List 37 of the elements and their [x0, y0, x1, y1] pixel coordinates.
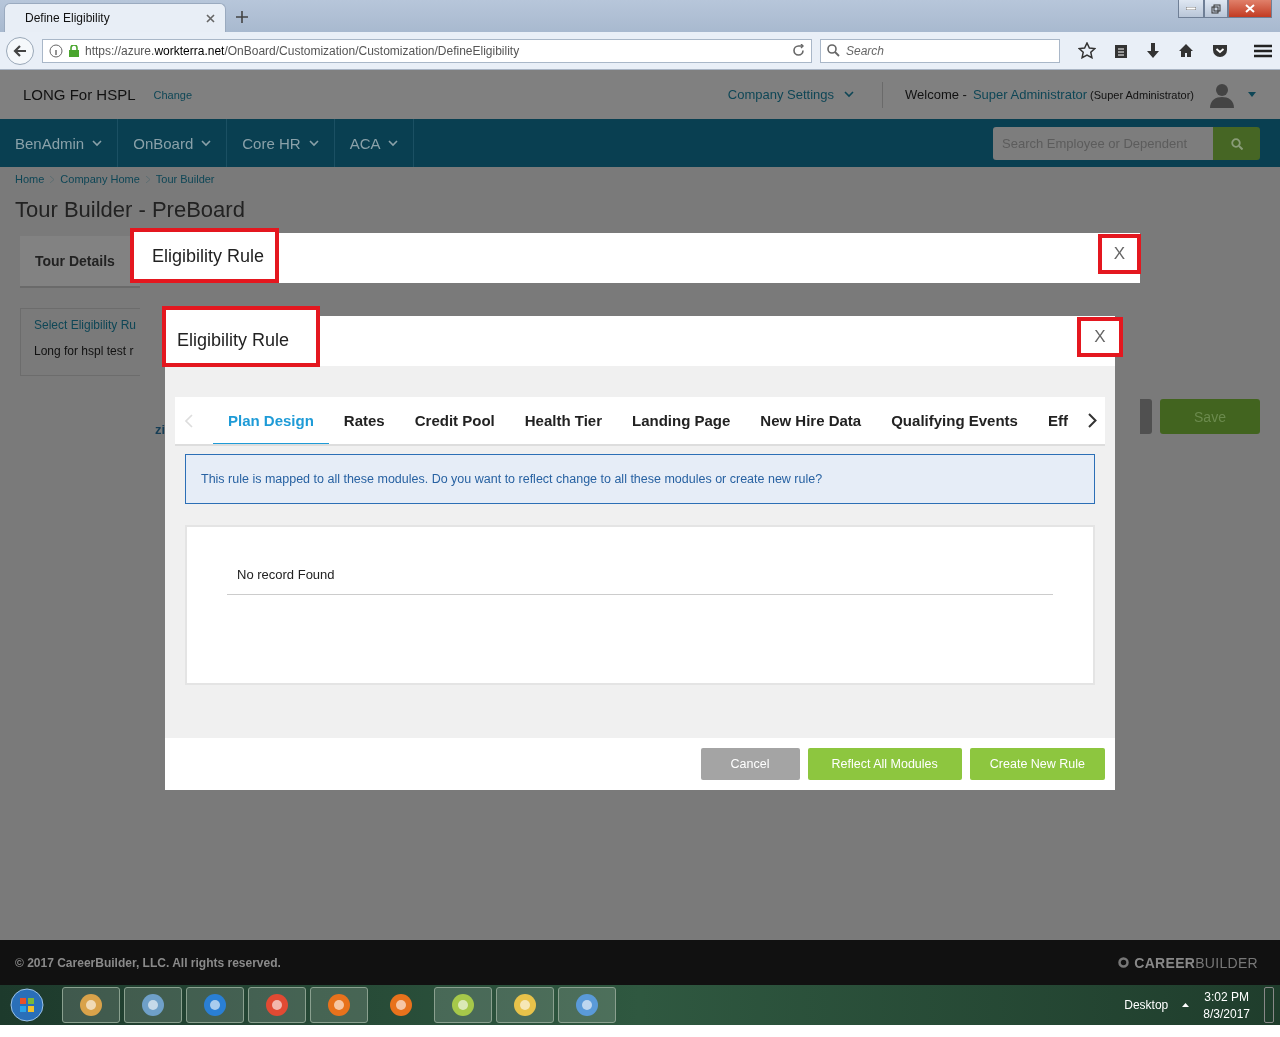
- tour-details-tab[interactable]: Tour Details: [20, 236, 140, 288]
- welcome-label: Welcome -: [905, 87, 967, 102]
- breadcrumb-link[interactable]: Home: [15, 173, 45, 185]
- search-field[interactable]: Search: [820, 38, 1060, 63]
- close-button[interactable]: X: [1098, 234, 1141, 274]
- copyright-text: © 2017 CareerBuilder, LLC. All rights reserved.: [15, 955, 281, 970]
- dialog-button[interactable]: Cancel: [700, 748, 800, 780]
- dialog-tab[interactable]: Plan Design: [213, 397, 329, 444]
- dialog-title: Eligibility Rule: [162, 306, 321, 367]
- browser-tab[interactable]: Define Eligibility: [4, 3, 226, 32]
- rule-name: Long for hspl test r: [34, 344, 135, 358]
- dialog-tab[interactable]: Qualifying Events: [876, 397, 1033, 444]
- dialog-tab[interactable]: Rates: [328, 397, 400, 444]
- breadcrumb-link[interactable]: Tour Builder: [155, 173, 215, 185]
- desktop-toolbar[interactable]: Desktop: [1124, 998, 1169, 1012]
- clock[interactable]: 3:02 PM 8/3/2017: [1203, 989, 1250, 1021]
- breadcrumb-link[interactable]: Company Home: [60, 173, 140, 185]
- url-text: https://azure.workterra.net/OnBoard/Customization/Customization/DefineEligibility: [85, 43, 521, 58]
- address-bar[interactable]: https://azure.workterra.net/OnBoard/Customization/Customization/DefineEligibility: [42, 38, 812, 63]
- user-role: (Super Administrator): [1090, 88, 1194, 101]
- dialog-tab[interactable]: Health Tier: [509, 397, 617, 444]
- section-label: zi: [155, 422, 166, 437]
- page-title: Tour Builder - PreBoard: [15, 197, 246, 223]
- dialog-tab[interactable]: Eff: [1032, 397, 1083, 444]
- company-name: LONG For HSPL: [23, 86, 136, 103]
- dialog-tab[interactable]: New Hire Data: [745, 397, 877, 444]
- select-rule-link[interactable]: Select Eligibility Ru: [34, 318, 140, 332]
- dialog-title: Eligibility Rule: [130, 228, 280, 283]
- dialog-tab[interactable]: Credit Pool: [399, 397, 510, 444]
- empty-message: No record Found: [227, 567, 1053, 595]
- change-link[interactable]: Change: [153, 88, 193, 101]
- info-message: This rule is mapped to all these modules. Do you want to reflect change to all these modules or create new rule?: [185, 454, 1095, 504]
- user-name[interactable]: Super Administrator: [972, 87, 1088, 102]
- careerbuilder-logo: CAREERBUILDER: [1134, 954, 1258, 971]
- close-button[interactable]: X: [1077, 317, 1123, 357]
- company-settings-menu[interactable]: Company Settings: [727, 87, 834, 102]
- dialog-tab[interactable]: Landing Page: [617, 397, 746, 444]
